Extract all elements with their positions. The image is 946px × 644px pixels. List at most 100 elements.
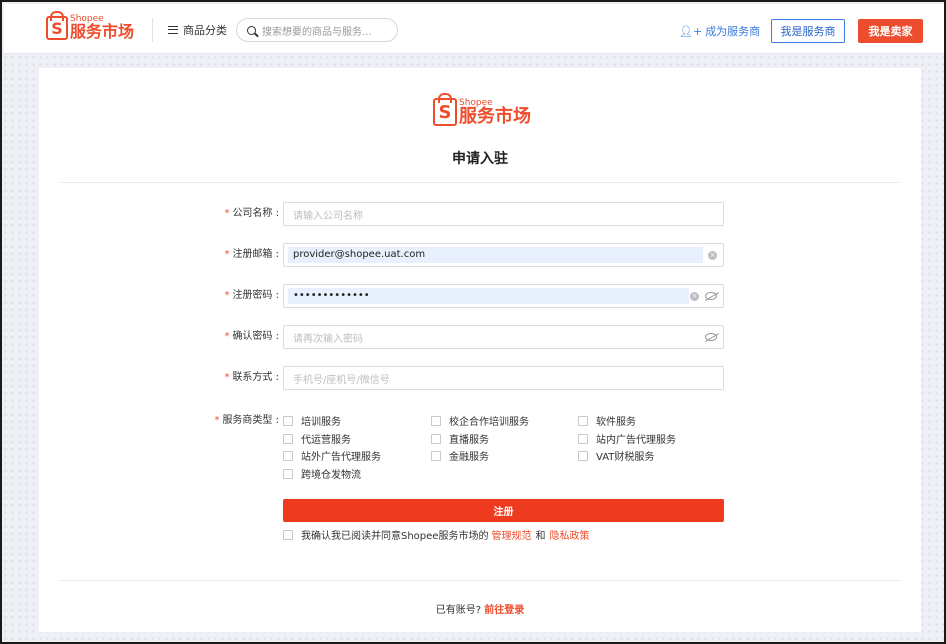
window-frame: S Shopee 服务市场 商品分类 搜索想要的商品与服务... 👤︎+ 成为服… <box>0 0 946 644</box>
checkbox-icon[interactable] <box>283 450 293 461</box>
login-prompt: 已有账号? 前往登录 <box>39 601 921 616</box>
header-divider <box>152 18 153 42</box>
logo-name: 服务市场 <box>70 22 135 41</box>
register-card: S Shopee 服务市场 申请入驻 * 公司名称 : 请输入公司名称 * 注册邮箱… <box>39 68 921 632</box>
checkbox-icon[interactable] <box>283 433 293 444</box>
privacy-link[interactable]: 隐私政策 <box>549 527 589 542</box>
checkbox-label: 培训服务 <box>301 417 341 428</box>
service-types-label-text: 服务商类型 : <box>222 415 279 426</box>
checkbox-icon[interactable] <box>431 433 441 444</box>
checkbox-icon[interactable] <box>578 433 588 444</box>
category-menu[interactable]: 商品分类 <box>168 22 227 38</box>
checkbox-icon[interactable] <box>578 415 588 426</box>
eye-hidden-icon[interactable] <box>705 333 717 341</box>
seller-button[interactable]: 我是卖家 <box>858 19 923 43</box>
confirm-placeholder: 请再次输入密码 <box>293 333 363 345</box>
checkbox-icon[interactable] <box>283 415 293 426</box>
checkbox-label: 软件服务 <box>596 417 636 428</box>
page-title: 申请入驻 <box>452 151 508 167</box>
checkbox-label: VAT财税服务 <box>596 452 655 463</box>
bag-letter: S <box>438 101 452 123</box>
email-input[interactable]: provider@shopee.uat.com × <box>283 243 724 267</box>
password-value: ••••••••••••• <box>288 288 689 304</box>
menu-list-icon <box>168 26 178 34</box>
category-label: 商品分类 <box>183 24 227 37</box>
shopee-bag-icon: S <box>433 98 457 126</box>
eye-hidden-icon[interactable] <box>705 292 717 300</box>
required-mark: * <box>224 249 230 260</box>
email-label-text: 注册邮箱 : <box>232 249 279 260</box>
checkbox-logistics[interactable]: 跨境仓发物流 <box>283 466 361 481</box>
required-mark: * <box>224 372 230 383</box>
checkbox-icon[interactable] <box>283 529 293 540</box>
required-mark: * <box>224 331 230 342</box>
bag-letter: S <box>51 18 63 38</box>
contact-placeholder: 手机号/座机号/微信号 <box>293 374 390 386</box>
agreement-and: 和 <box>535 531 546 542</box>
checkbox-offsite-ads[interactable]: 站外广告代理服务 <box>283 448 381 463</box>
checkbox-software[interactable]: 软件服务 <box>578 413 636 428</box>
email-label: * 注册邮箱 : <box>224 243 279 267</box>
checkbox-livestream[interactable]: 直播服务 <box>431 431 489 446</box>
provider-button[interactable]: 我是服务商 <box>771 19 845 43</box>
company-label: * 公司名称 : <box>224 202 279 226</box>
shopee-bag-icon: S <box>46 16 68 40</box>
checkbox-operation[interactable]: 代运营服务 <box>283 431 351 446</box>
required-mark: * <box>224 290 230 301</box>
login-link[interactable]: 前往登录 <box>484 605 524 616</box>
email-row: * 注册邮箱 : provider@shopee.uat.com × <box>39 243 921 267</box>
search-icon <box>247 25 256 35</box>
checkbox-school-training[interactable]: 校企合作培训服务 <box>431 413 529 428</box>
agreement-text: 我确认我已阅读并同意Shopee服务市场的 <box>301 531 489 542</box>
checkbox-icon[interactable] <box>431 450 441 461</box>
checkbox-label: 金融服务 <box>449 452 489 463</box>
become-provider-label: 成为服务商 <box>705 25 761 38</box>
company-placeholder: 请输入公司名称 <box>293 210 363 222</box>
password-label: * 注册密码 : <box>224 284 279 308</box>
contact-label-text: 联系方式 : <box>232 372 279 383</box>
top-header: S Shopee 服务市场 商品分类 搜索想要的商品与服务... 👤︎+ 成为服… <box>4 4 944 54</box>
password-label-text: 注册密码 : <box>232 290 279 301</box>
checkbox-icon[interactable] <box>578 450 588 461</box>
contact-row: * 联系方式 : 手机号/座机号/微信号 <box>39 366 921 390</box>
card-logo: S Shopee 服务市场 <box>433 98 531 126</box>
checkbox-label: 跨境仓发物流 <box>301 470 361 481</box>
required-mark: * <box>224 208 230 219</box>
checkbox-label: 代运营服务 <box>301 435 351 446</box>
checkbox-icon[interactable] <box>431 415 441 426</box>
company-input[interactable]: 请输入公司名称 <box>283 202 724 226</box>
required-mark: * <box>214 415 220 426</box>
rules-link[interactable]: 管理规范 <box>491 527 531 542</box>
contact-input[interactable]: 手机号/座机号/微信号 <box>283 366 724 390</box>
password-row: * 注册密码 : ••••••••••••• × <box>39 284 921 308</box>
confirm-row: * 确认密码 : 请再次输入密码 <box>39 325 921 349</box>
login-prefix: 已有账号? <box>435 605 482 616</box>
search-input[interactable]: 搜索想要的商品与服务... <box>236 18 398 42</box>
contact-label: * 联系方式 : <box>224 366 279 390</box>
checkbox-onsite-ads[interactable]: 站内广告代理服务 <box>578 431 676 446</box>
checkbox-label: 站内广告代理服务 <box>596 435 676 446</box>
checkbox-vat[interactable]: VAT财税服务 <box>578 448 654 463</box>
confirm-label-text: 确认密码 : <box>232 331 279 342</box>
checkbox-finance[interactable]: 金融服务 <box>431 448 489 463</box>
service-types-label: * 服务商类型 : <box>214 411 279 426</box>
header-logo[interactable]: S Shopee 服务市场 <box>46 15 134 40</box>
company-label-text: 公司名称 : <box>232 208 279 219</box>
checkbox-training[interactable]: 培训服务 <box>283 413 341 428</box>
logo-name: 服务市场 <box>459 106 531 127</box>
divider-bottom <box>59 580 901 581</box>
register-button[interactable]: 注册 <box>283 499 724 522</box>
password-input[interactable]: ••••••••••••• × <box>283 284 724 308</box>
email-value: provider@shopee.uat.com <box>288 247 703 263</box>
checkbox-label: 站外广告代理服务 <box>301 452 381 463</box>
checkbox-label: 直播服务 <box>449 435 489 446</box>
confirm-label: * 确认密码 : <box>224 325 279 349</box>
clear-icon[interactable]: × <box>708 251 717 260</box>
confirm-password-input[interactable]: 请再次输入密码 <box>283 325 724 349</box>
search-placeholder: 搜索想要的商品与服务... <box>262 26 372 38</box>
company-row: * 公司名称 : 请输入公司名称 <box>39 202 921 226</box>
checkbox-icon[interactable] <box>283 468 293 479</box>
agreement: 我确认我已阅读并同意Shopee服务市场的 管理规范 和 隐私政策 <box>283 527 589 542</box>
become-provider-link[interactable]: 👤︎+ 成为服务商 <box>679 23 760 39</box>
clear-icon[interactable]: × <box>690 292 699 301</box>
